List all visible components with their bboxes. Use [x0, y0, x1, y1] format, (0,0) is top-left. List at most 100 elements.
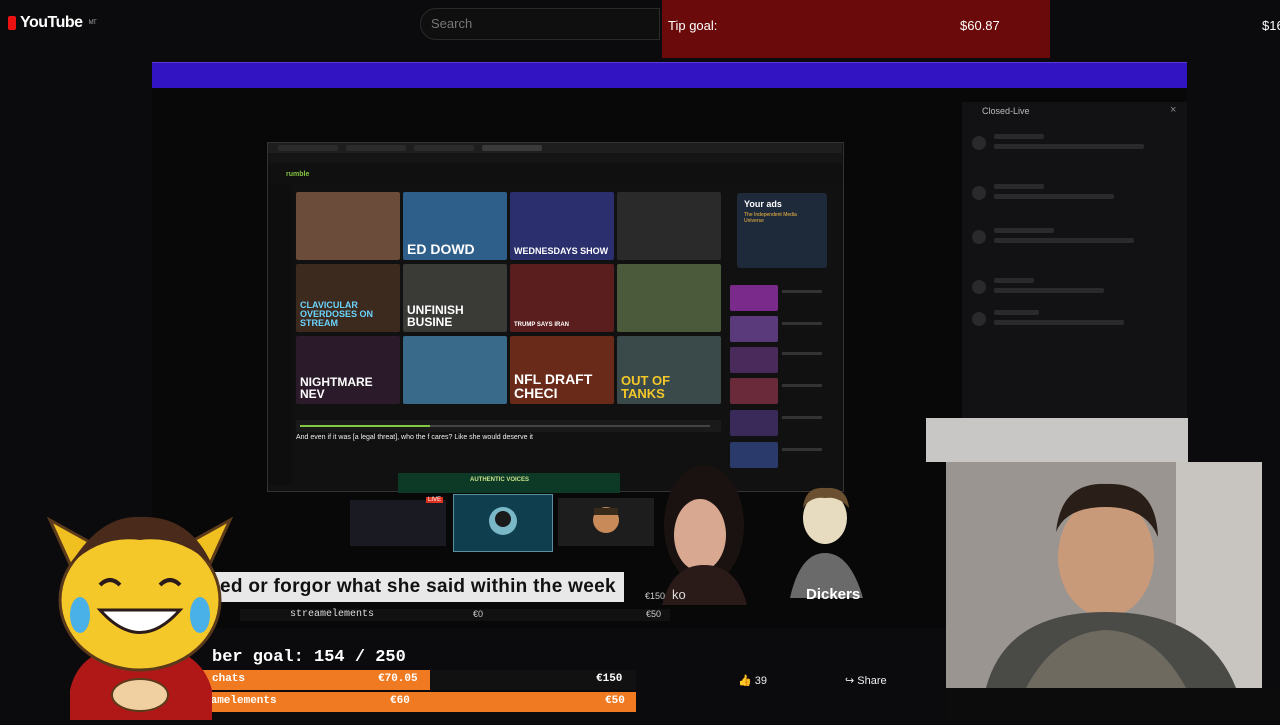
- avatar: [972, 312, 986, 326]
- guest-thumbnail: [558, 498, 654, 546]
- search-input[interactable]: Search: [420, 8, 660, 40]
- placeholder-line: [994, 238, 1134, 243]
- member-goal-label: ber goal: 154 / 250: [212, 648, 406, 667]
- youtube-logo-suffix: MT: [88, 20, 97, 26]
- browser-address-bar: [268, 153, 842, 163]
- video-thumbnail[interactable]: CLAVICULAR OVERDOSES ON STREAM: [296, 264, 400, 332]
- streamelements-value: €0: [473, 609, 484, 619]
- tip-goal-target: $16: [1262, 18, 1280, 33]
- video-thumbnail[interactable]: UNFINISH BUSINE: [403, 264, 507, 332]
- side-video-thumb: [730, 378, 778, 404]
- share-button[interactable]: ↪ Share: [845, 674, 887, 687]
- browser-tab-strip: [268, 143, 842, 153]
- share-label: Share: [857, 675, 887, 687]
- video-thumbnail[interactable]: [617, 264, 721, 332]
- streamelements-value: €150: [645, 591, 666, 601]
- placeholder-line: [782, 352, 822, 355]
- video-title: And even if it was [a legal threat], who…: [296, 434, 533, 441]
- placeholder-line: [994, 320, 1124, 325]
- avatar: [972, 230, 986, 244]
- closed-live-row: [972, 132, 1152, 160]
- cohost-figure: [662, 465, 747, 605]
- video-thumbnail-text: TRUMP SAYS IRAN: [514, 322, 570, 328]
- rumble-logo: rumble: [286, 171, 310, 178]
- goal-row-target: €50: [605, 695, 625, 707]
- placeholder-line: [782, 290, 822, 293]
- dickers-name-label: Dickers: [806, 586, 861, 603]
- video-thumbnail[interactable]: NFL DRAFT CHECI: [510, 336, 614, 404]
- video-thumbnail[interactable]: [296, 192, 400, 260]
- video-thumbnail[interactable]: OUT OF TANKS: [617, 336, 721, 404]
- sponsor-banner-text: AUTHENTIC VOICES: [470, 477, 530, 483]
- closed-live-row: [972, 308, 1152, 336]
- youtube-logo[interactable]: YouTube MT: [8, 14, 97, 32]
- goal-row-value: €60: [390, 695, 410, 707]
- placeholder-line: [994, 278, 1034, 283]
- avatar: [972, 280, 986, 294]
- placeholder-line: [994, 310, 1039, 315]
- side-video-thumb: [730, 410, 778, 436]
- placeholder-line: [994, 228, 1054, 233]
- placeholder-line: [782, 384, 822, 387]
- tip-goal-amount: $60.87: [960, 18, 1000, 33]
- closed-live-row: [972, 276, 1152, 304]
- streamelements-value: €50: [646, 609, 662, 619]
- live-caption: ed or forgor what she said within the we…: [212, 572, 624, 602]
- placeholder-line: [994, 134, 1044, 139]
- tip-goal-label: Tip goal:: [668, 18, 718, 33]
- rumble-sidebar: [268, 185, 292, 485]
- vtuber-avatar: [40, 505, 240, 720]
- side-video-thumb: [730, 347, 778, 373]
- browser-tab: [278, 145, 338, 151]
- guest-avatar-icon: [489, 507, 517, 535]
- placeholder-line: [994, 144, 1144, 149]
- video-thumbnail[interactable]: WEDNESDAYS SHOW: [510, 192, 614, 260]
- webcam-bottom-bar: [946, 688, 1280, 720]
- video-thumbnail-text: NIGHTMARE NEV: [300, 375, 373, 401]
- cartoon-character-icon: [790, 487, 863, 598]
- cohost-name-label: ko: [672, 587, 686, 602]
- guest-thumbnail-active: [453, 494, 553, 552]
- placeholder-line: [782, 322, 822, 325]
- browser-tab: [346, 145, 406, 151]
- avatar: [972, 186, 986, 200]
- video-thumbnail-text: CLAVICULAR OVERDOSES ON STREAM: [300, 300, 374, 328]
- like-button[interactable]: 👍 39: [738, 674, 767, 687]
- placeholder-line: [782, 448, 822, 451]
- webcam-background: [926, 418, 1188, 462]
- closed-live-row: [972, 182, 1152, 210]
- streamelements-label: streamelements: [290, 609, 375, 620]
- video-thumbnail-text: NFL DRAFT CHECI: [514, 371, 593, 401]
- video-thumbnail[interactable]: [617, 192, 721, 260]
- youtube-logo-text: YouTube: [20, 14, 83, 31]
- video-thumbnail-text: UNFINISH BUSINE: [407, 303, 464, 329]
- video-thumbnail-text: ED DOWD: [407, 241, 475, 257]
- closed-live-title: Closed-Live: [982, 106, 1030, 116]
- ads-subtitle: The Independent Media Universe: [744, 212, 797, 224]
- youtube-play-icon: [8, 16, 16, 30]
- video-thumbnail[interactable]: NIGHTMARE NEV: [296, 336, 400, 404]
- share-icon: ↪: [845, 675, 855, 687]
- thumbs-up-icon: 👍: [738, 675, 752, 687]
- webcam-feed: [946, 462, 1262, 688]
- video-thumbnail[interactable]: ED DOWD: [403, 192, 507, 260]
- placeholder-line: [994, 184, 1044, 189]
- cat-mascot-icon: [46, 516, 234, 720]
- ads-title: Your ads: [744, 199, 782, 209]
- dickers-avatar: [775, 478, 875, 598]
- placeholder-line: [994, 288, 1104, 293]
- video-thumbnail[interactable]: TRUMP SAYS IRAN: [510, 264, 614, 332]
- video-progress-fill: [300, 425, 430, 427]
- guest-thumbnail: [350, 500, 446, 546]
- goal-row-value: €70.05: [378, 673, 418, 685]
- placeholder-line: [994, 194, 1114, 199]
- live-badge: LIVE: [426, 497, 444, 503]
- video-thumbnail[interactable]: [403, 336, 507, 404]
- closed-live-row: [972, 226, 1152, 254]
- placeholder-line: [782, 416, 822, 419]
- sponsor-banner: [398, 473, 620, 493]
- rumble-nav-bar: [268, 165, 842, 185]
- video-thumbnail-text: OUT OF TANKS: [621, 373, 671, 401]
- side-video-thumb: [730, 316, 778, 342]
- close-icon[interactable]: ×: [1170, 104, 1176, 116]
